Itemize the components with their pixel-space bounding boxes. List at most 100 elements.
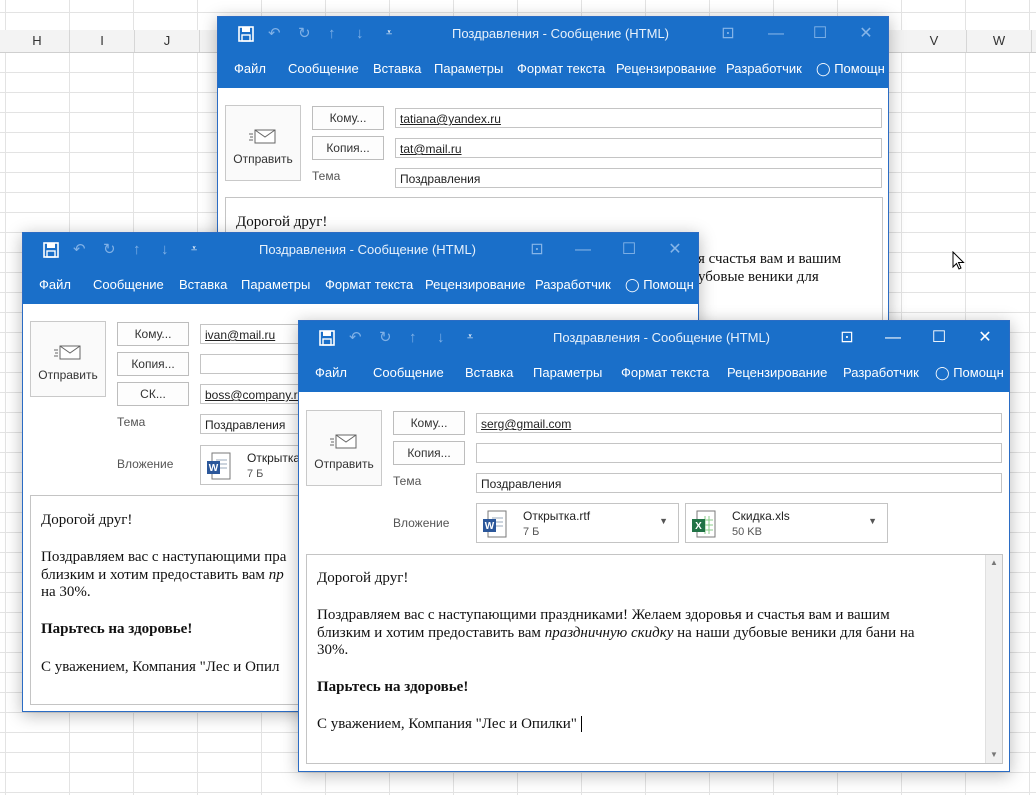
tab-help-label: Помощн xyxy=(643,277,694,292)
undo-icon[interactable]: ↶ xyxy=(349,321,362,354)
send-button[interactable]: Отправить xyxy=(306,410,382,486)
column-header-i[interactable]: I xyxy=(70,30,135,52)
customize-icon[interactable]: ⩡ xyxy=(191,233,197,266)
tab-options[interactable]: Параметры xyxy=(241,266,310,304)
tab-insert[interactable]: Вставка xyxy=(179,266,227,304)
close-icon[interactable]: ✕ xyxy=(663,233,687,266)
tab-insert[interactable]: Вставка xyxy=(465,354,513,392)
tab-options[interactable]: Параметры xyxy=(533,354,602,392)
maximize-icon[interactable]: ☐ xyxy=(927,321,951,354)
tab-review[interactable]: Рецензирование xyxy=(616,50,716,88)
cc-field[interactable]: tat@mail.ru xyxy=(395,138,882,158)
minimize-icon[interactable]: — xyxy=(571,233,595,266)
body-line2: близким и хотим предоставить вам пр xyxy=(41,567,284,584)
tab-review[interactable]: Рецензирование xyxy=(727,354,827,392)
undo-icon[interactable]: ↶ xyxy=(268,17,281,50)
maximize-icon[interactable]: ☐ xyxy=(617,233,641,266)
excel-icon: X xyxy=(692,510,716,538)
to-button[interactable]: Кому... xyxy=(312,106,384,130)
tab-file[interactable]: Файл xyxy=(39,266,71,304)
undo-icon[interactable]: ↶ xyxy=(73,233,86,266)
redo-icon[interactable]: ↻ xyxy=(298,17,311,50)
tab-options[interactable]: Параметры xyxy=(434,50,503,88)
down-arrow-icon[interactable]: ↓ xyxy=(161,233,169,266)
ribbon-tabs: Файл Сообщение Вставка Параметры Формат … xyxy=(299,354,1009,392)
down-arrow-icon[interactable]: ↓ xyxy=(437,321,445,354)
minimize-icon[interactable]: — xyxy=(881,321,905,354)
body-line3: на 30%. xyxy=(41,584,91,600)
to-button[interactable]: Кому... xyxy=(393,411,465,435)
tab-message[interactable]: Сообщение xyxy=(93,266,164,304)
column-header-h[interactable]: H xyxy=(5,30,70,52)
up-arrow-icon[interactable]: ↑ xyxy=(133,233,141,266)
subject-label: Тема xyxy=(312,169,341,183)
tab-format-text[interactable]: Формат текста xyxy=(325,266,413,304)
tab-message[interactable]: Сообщение xyxy=(288,50,359,88)
up-arrow-icon[interactable]: ↑ xyxy=(328,17,336,50)
ribbon-display-icon[interactable]: ⊡ xyxy=(525,233,549,266)
send-button[interactable]: Отправить xyxy=(30,321,106,397)
save-icon[interactable] xyxy=(319,321,335,354)
scrollbar[interactable]: ▲ ▼ xyxy=(985,555,1002,763)
tab-review[interactable]: Рецензирование xyxy=(425,266,525,304)
chevron-down-icon[interactable]: ▼ xyxy=(659,516,668,526)
scroll-up-icon[interactable]: ▲ xyxy=(986,555,1002,571)
column-header-w[interactable]: W xyxy=(967,30,1032,52)
bcc-button[interactable]: СК... xyxy=(117,382,189,406)
svg-text:X: X xyxy=(695,521,702,532)
tab-file[interactable]: Файл xyxy=(234,50,266,88)
tab-developer[interactable]: Разработчик xyxy=(535,266,611,304)
tab-format-text[interactable]: Формат текста xyxy=(621,354,709,392)
save-icon[interactable] xyxy=(238,17,254,50)
customize-icon[interactable]: ⩡ xyxy=(386,17,392,50)
ribbon-display-icon[interactable]: ⊡ xyxy=(716,17,740,50)
send-button[interactable]: Отправить xyxy=(225,105,301,181)
column-header-j[interactable]: J xyxy=(135,30,200,52)
column-header-v[interactable]: V xyxy=(902,30,967,52)
attachment-item-1[interactable]: W Открытка.rtf 7 Б ▼ xyxy=(476,503,679,543)
mouse-cursor-icon xyxy=(952,251,965,270)
cc-button[interactable]: Копия... xyxy=(312,136,384,160)
redo-icon[interactable]: ↻ xyxy=(379,321,392,354)
redo-icon[interactable]: ↻ xyxy=(103,233,116,266)
tab-developer[interactable]: Разработчик xyxy=(726,50,802,88)
window-title: Поздравления - Сообщение (HTML) xyxy=(259,242,477,257)
ribbon-display-icon[interactable]: ⊡ xyxy=(835,321,859,354)
subject-field[interactable]: Поздравления xyxy=(476,473,1002,493)
close-icon[interactable]: ✕ xyxy=(973,321,997,354)
cc-button[interactable]: Копия... xyxy=(393,441,465,465)
attachment-size: 7 Б xyxy=(247,468,264,480)
tab-format-text[interactable]: Формат текста xyxy=(517,50,605,88)
down-arrow-icon[interactable]: ↓ xyxy=(356,17,364,50)
message-body[interactable]: Дорогой друг! Поздравляем вас с наступаю… xyxy=(306,554,1003,764)
tab-file[interactable]: Файл xyxy=(315,354,347,392)
tab-help[interactable]: ◯ Помощн xyxy=(935,354,1004,392)
scroll-down-icon[interactable]: ▼ xyxy=(986,747,1002,763)
body-line2-rest: на наши дубовые веники для бани на xyxy=(673,625,915,641)
tab-help[interactable]: ◯ Помощн xyxy=(625,266,694,304)
cc-field[interactable] xyxy=(476,443,1002,463)
close-icon[interactable]: ✕ xyxy=(854,17,878,50)
title-bar: ↶ ↻ ↑ ↓ ⩡ Поздравления - Сообщение (HTML… xyxy=(299,321,1009,354)
save-icon[interactable] xyxy=(43,233,59,266)
tab-developer[interactable]: Разработчик xyxy=(843,354,919,392)
minimize-icon[interactable]: — xyxy=(764,17,788,50)
tab-message[interactable]: Сообщение xyxy=(373,354,444,392)
to-field[interactable]: tatiana@yandex.ru xyxy=(395,108,882,128)
chevron-down-icon[interactable]: ▼ xyxy=(868,516,877,526)
body-bold-line: Парьтесь на здоровье! xyxy=(41,621,193,637)
ribbon-tabs: Файл Сообщение Вставка Параметры Формат … xyxy=(218,50,888,88)
body-line1: я счастья вам и вашим xyxy=(698,251,842,267)
to-field[interactable]: serg@gmail.com xyxy=(476,413,1002,433)
maximize-icon[interactable]: ☐ xyxy=(808,17,832,50)
subject-field[interactable]: Поздравления xyxy=(395,168,882,188)
up-arrow-icon[interactable]: ↑ xyxy=(409,321,417,354)
attachment-item-2[interactable]: X Скидка.xls 50 KB ▼ xyxy=(685,503,888,543)
cc-button[interactable]: Копия... xyxy=(117,352,189,376)
message-window-3[interactable]: ↶ ↻ ↑ ↓ ⩡ Поздравления - Сообщение (HTML… xyxy=(298,320,1010,772)
body-line3: 30%. xyxy=(317,642,349,658)
tab-help[interactable]: ◯ Помощн xyxy=(816,50,885,88)
to-button[interactable]: Кому... xyxy=(117,322,189,346)
tab-insert[interactable]: Вставка xyxy=(373,50,421,88)
customize-icon[interactable]: ⩡ xyxy=(467,321,473,354)
